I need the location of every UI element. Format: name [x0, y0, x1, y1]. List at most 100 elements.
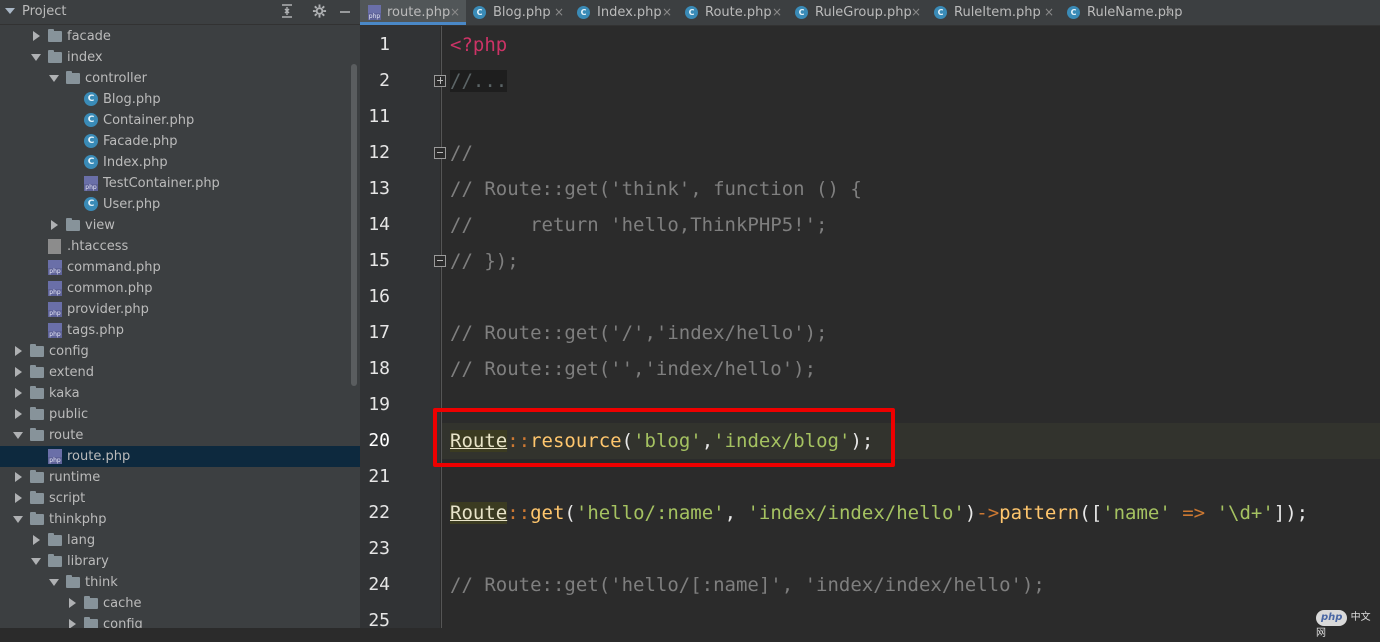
tree-item-config[interactable]: config [0, 614, 360, 628]
project-view-dropdown-icon[interactable] [5, 8, 15, 14]
tree-item--htaccess[interactable]: .htaccess [0, 236, 360, 257]
tab-rulename-php[interactable]: C RuleName.php × [1060, 0, 1183, 25]
expanded-arrow-icon[interactable] [12, 425, 24, 446]
close-icon[interactable]: × [772, 0, 782, 25]
expanded-arrow-icon[interactable] [30, 551, 42, 572]
project-scrollbar[interactable] [351, 64, 357, 386]
expanded-arrow-icon[interactable] [48, 572, 60, 593]
code-line[interactable]: // [450, 135, 473, 171]
tree-item-facade[interactable]: facade [0, 26, 360, 47]
tree-item-label: command.php [67, 260, 161, 275]
tree-item-library[interactable]: library [0, 551, 360, 572]
folder-icon [48, 533, 62, 546]
tree-item-route[interactable]: route [0, 425, 360, 446]
tab-route-php[interactable]: route.php× [360, 0, 466, 25]
code-token: ([ [1079, 502, 1103, 524]
line-number: 17 [368, 322, 390, 343]
close-icon[interactable]: × [1164, 0, 1174, 25]
gear-icon[interactable] [312, 3, 327, 23]
tab-index-php[interactable]: C Index.php × [570, 0, 678, 25]
fold-collapse-icon[interactable] [434, 255, 446, 267]
fold-expand-icon[interactable] [434, 75, 446, 87]
tree-item-think[interactable]: think [0, 572, 360, 593]
close-icon[interactable]: × [554, 0, 564, 25]
editor-tab-bar: route.php×CBlog.php×CIndex.php×CRoute.ph… [360, 0, 1380, 26]
code-line[interactable]: // return 'hello,ThinkPHP5!'; [450, 207, 828, 243]
code-line[interactable]: //... [450, 63, 508, 99]
line-number: 24 [368, 574, 390, 595]
collapsed-arrow-icon[interactable] [12, 362, 24, 383]
collapsed-arrow-icon[interactable] [12, 341, 24, 362]
code-token: // [450, 142, 473, 164]
close-icon[interactable]: × [662, 0, 672, 25]
code-line[interactable]: // }); [450, 243, 519, 279]
folder-icon [30, 344, 44, 357]
collapsed-arrow-icon[interactable] [30, 26, 42, 47]
tree-item-label: Index.php [103, 155, 168, 170]
tree-item-cache[interactable]: cache [0, 593, 360, 614]
tree-item-public[interactable]: public [0, 404, 360, 425]
close-icon[interactable]: × [1044, 0, 1054, 25]
code-line[interactable]: // Route::get('','index/hello'); [450, 351, 816, 387]
line-number-gutter: 1 2 11 12 13 14 15 16 17 18 19 20 21 22 23 24 25 [360, 26, 440, 631]
collapsed-arrow-icon[interactable] [48, 215, 60, 236]
tree-item-user-php[interactable]: C User.php [0, 194, 360, 215]
collapsed-arrow-icon[interactable] [12, 383, 24, 404]
php-class-icon: C [84, 92, 98, 106]
tree-item-label: public [49, 407, 89, 422]
folder-icon [30, 386, 44, 399]
minimize-icon[interactable] [338, 3, 352, 23]
tree-item-extend[interactable]: extend [0, 362, 360, 383]
tree-item-config[interactable]: config [0, 341, 360, 362]
close-icon[interactable]: × [450, 0, 460, 25]
tree-item-blog-php[interactable]: C Blog.php [0, 89, 360, 110]
tree-item-controller[interactable]: controller [0, 68, 360, 89]
fold-collapse-icon[interactable] [434, 147, 446, 159]
code-editor[interactable]: 1 2 11 12 13 14 15 16 17 18 19 20 21 22 23 24 25 <?php//… [360, 26, 1380, 631]
project-panel-title[interactable]: Project [22, 4, 66, 19]
tab-blog-php[interactable]: C Blog.php × [466, 0, 570, 25]
tree-item-command-php[interactable]: command.php [0, 257, 360, 278]
collapsed-arrow-icon[interactable] [30, 530, 42, 551]
tree-item-view[interactable]: view [0, 215, 360, 236]
watermark: php 中文网 [1316, 610, 1380, 639]
tree-item-testcontainer-php[interactable]: TestContainer.php [0, 173, 360, 194]
tree-item-runtime[interactable]: runtime [0, 467, 360, 488]
collapsed-arrow-icon[interactable] [12, 404, 24, 425]
close-icon[interactable]: × [911, 0, 921, 25]
tree-item-route-php[interactable]: route.php [0, 446, 360, 467]
tree-item-thinkphp[interactable]: thinkphp [0, 509, 360, 530]
tree-item-container-php[interactable]: C Container.php [0, 110, 360, 131]
tree-item-index[interactable]: index [0, 47, 360, 68]
tree-item-lang[interactable]: lang [0, 530, 360, 551]
tree-item-kaka[interactable]: kaka [0, 383, 360, 404]
collapsed-arrow-icon[interactable] [66, 614, 78, 628]
php-file-icon [84, 176, 98, 191]
code-line[interactable]: <?php [450, 27, 507, 63]
tab-route-php[interactable]: C Route.php × [678, 0, 788, 25]
line-number: 12 [368, 142, 390, 163]
tab-rulegroup-php[interactable]: C RuleGroup.php × [788, 0, 927, 25]
tree-item-provider-php[interactable]: provider.php [0, 299, 360, 320]
tree-item-facade-php[interactable]: C Facade.php [0, 131, 360, 152]
code-line[interactable]: Route::get('hello/:name', 'index/index/h… [450, 495, 1308, 531]
tree-item-label: route [49, 428, 84, 443]
collapsed-arrow-icon[interactable] [12, 488, 24, 509]
tab-ruleitem-php[interactable]: C RuleItem.php × [927, 0, 1060, 25]
collapsed-arrow-icon[interactable] [66, 593, 78, 614]
php-class-icon: C [685, 6, 698, 19]
tree-item-tags-php[interactable]: tags.php [0, 320, 360, 341]
code-token: ]); [1273, 502, 1309, 524]
code-line[interactable]: // Route::get('hello/[:name]', 'index/in… [450, 567, 1045, 603]
tree-item-common-php[interactable]: common.php [0, 278, 360, 299]
collapsed-arrow-icon[interactable] [12, 467, 24, 488]
expanded-arrow-icon[interactable] [48, 68, 60, 89]
code-token: :: [507, 502, 531, 524]
tree-item-index-php[interactable]: C Index.php [0, 152, 360, 173]
collapse-icon[interactable] [280, 3, 294, 23]
tree-item-script[interactable]: script [0, 488, 360, 509]
expanded-arrow-icon[interactable] [30, 47, 42, 68]
code-line[interactable]: // Route::get('/','index/hello'); [450, 315, 828, 351]
code-line[interactable]: // Route::get('think', function () { [450, 171, 862, 207]
expanded-arrow-icon[interactable] [12, 509, 24, 530]
